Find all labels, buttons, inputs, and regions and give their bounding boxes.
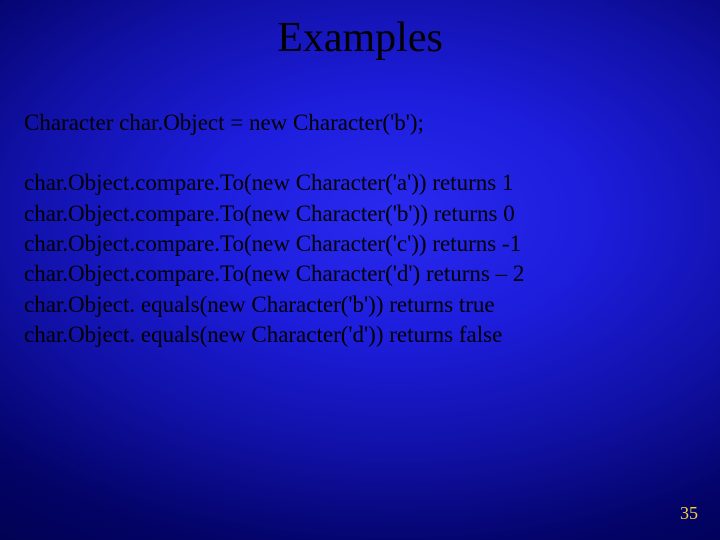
code-line: char.Object.compare.To(new Character('a'… bbox=[24, 168, 696, 198]
page-number: 35 bbox=[680, 503, 698, 524]
slide-title: Examples bbox=[0, 0, 720, 62]
code-line: char.Object.compare.To(new Character('d'… bbox=[24, 259, 696, 289]
code-line: char.Object. equals(new Character('b')) … bbox=[24, 290, 696, 320]
code-line: char.Object.compare.To(new Character('c'… bbox=[24, 229, 696, 259]
code-declaration: Character char.Object = new Character('b… bbox=[24, 108, 696, 138]
slide-body: Character char.Object = new Character('b… bbox=[0, 108, 720, 351]
code-line: char.Object. equals(new Character('d')) … bbox=[24, 320, 696, 350]
code-line: char.Object.compare.To(new Character('b'… bbox=[24, 199, 696, 229]
slide: Examples Character char.Object = new Cha… bbox=[0, 0, 720, 540]
blank-line bbox=[24, 138, 696, 168]
